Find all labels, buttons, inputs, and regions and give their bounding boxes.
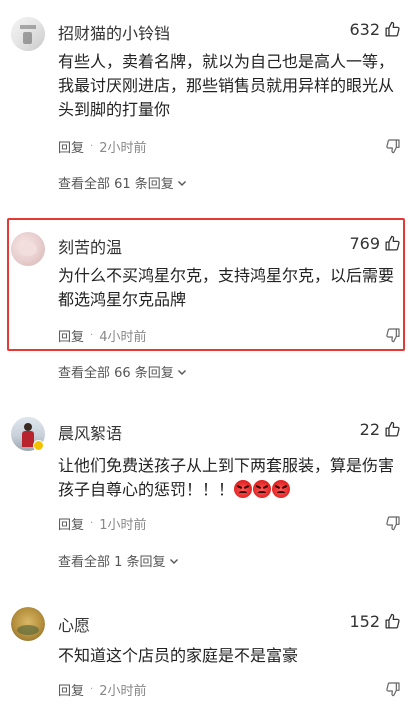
like-button[interactable]: 22 [360,420,401,439]
chevron-down-icon [177,180,186,186]
comment-text-body: 让他们免费送孩子从上到下两套服装，算是伤害孩子自尊心的惩罚！！！ [58,456,395,499]
like-count: 769 [349,234,380,253]
like-count: 22 [359,420,380,439]
verified-badge-icon [33,440,44,451]
comment-time: 1小时前 [99,518,147,533]
comment-meta: 回复 · 1小时前 [58,514,146,533]
comment-username[interactable]: 晨风絮语 [58,420,122,444]
thumbs-up-icon [385,21,400,37]
like-count: 632 [349,20,380,39]
comment-text: 不知道这个店员的家庭是不是富豪 [58,646,299,665]
thumbs-up-icon [385,613,400,629]
avatar[interactable] [11,17,45,51]
thumbs-up-icon [385,235,400,251]
like-count: 152 [349,612,380,631]
view-all-replies-label: 查看全部 1 条回复 [58,555,166,570]
separator-dot: · [90,330,94,341]
comment-text: 让他们免费送孩子从上到下两套服装，算是伤害孩子自尊心的惩罚！！！ [58,454,402,502]
avatar[interactable] [11,607,45,641]
comment-item: 刻苦的温 769 为什么不买鸿星尔克，支持鸿星尔克，以后需要都选鸿星尔克品牌 回… [0,200,413,390]
angry-face-emoji [272,480,291,498]
comment-text: 有些人，卖着名牌，就以为自己也是高人一等，我最讨厌刚进店，那些销售员就用异样的眼… [58,52,395,119]
comment-text: 为什么不买鸿星尔克，支持鸿星尔克，以后需要都选鸿星尔克品牌 [58,266,395,309]
comment-item: 晨风絮语 22 让他们免费送孩子从上到下两套服装，算是伤害孩子自尊心的惩罚！！！… [0,400,413,580]
like-button[interactable]: 152 [349,612,401,631]
comment-time: 2小时前 [99,684,147,699]
separator-dot: · [90,684,94,695]
separator-dot: · [90,518,94,529]
view-all-replies-label: 查看全部 61 条回复 [58,177,174,192]
reply-button[interactable]: 回复 [58,680,84,699]
view-all-replies[interactable]: 查看全部 61 条回复 [58,173,187,192]
view-all-replies[interactable]: 查看全部 66 条回复 [58,362,187,381]
view-all-replies-label: 查看全部 66 条回复 [58,366,174,381]
comment-item: 心愿 152 不知道这个店员的家庭是不是富豪 回复 · 2小时前 [0,590,413,706]
comment-time: 2小时前 [99,141,147,156]
thumbs-down-icon[interactable] [385,138,401,154]
comment-username[interactable]: 心愿 [58,612,90,636]
chevron-down-icon [177,369,186,375]
like-button[interactable]: 632 [349,20,401,39]
angry-face-emoji [234,480,253,498]
comment-time: 4小时前 [99,330,147,345]
separator-dot: · [90,141,94,152]
view-all-replies[interactable]: 查看全部 1 条回复 [58,551,179,570]
thumbs-down-icon[interactable] [385,327,401,343]
chevron-down-icon [169,558,178,564]
comment-username[interactable]: 刻苦的温 [58,234,122,258]
reply-button[interactable]: 回复 [58,326,84,345]
comment-meta: 回复 · 2小时前 [58,680,146,699]
thumbs-down-icon[interactable] [385,515,401,531]
like-button[interactable]: 769 [349,234,401,253]
thumbs-down-icon[interactable] [385,681,401,697]
angry-face-emoji [253,480,272,498]
thumbs-up-icon [385,421,400,437]
reply-button[interactable]: 回复 [58,514,84,533]
comment-username[interactable]: 招财猫的小铃铛 [58,20,170,44]
comment-meta: 回复 · 2小时前 [58,137,146,156]
reply-button[interactable]: 回复 [58,137,84,156]
avatar[interactable] [11,232,45,266]
comment-meta: 回复 · 4小时前 [58,326,146,345]
comment-item: 招财猫的小铃铛 632 有些人，卖着名牌，就以为自己也是高人一等，我最讨厌刚进店… [0,0,413,200]
